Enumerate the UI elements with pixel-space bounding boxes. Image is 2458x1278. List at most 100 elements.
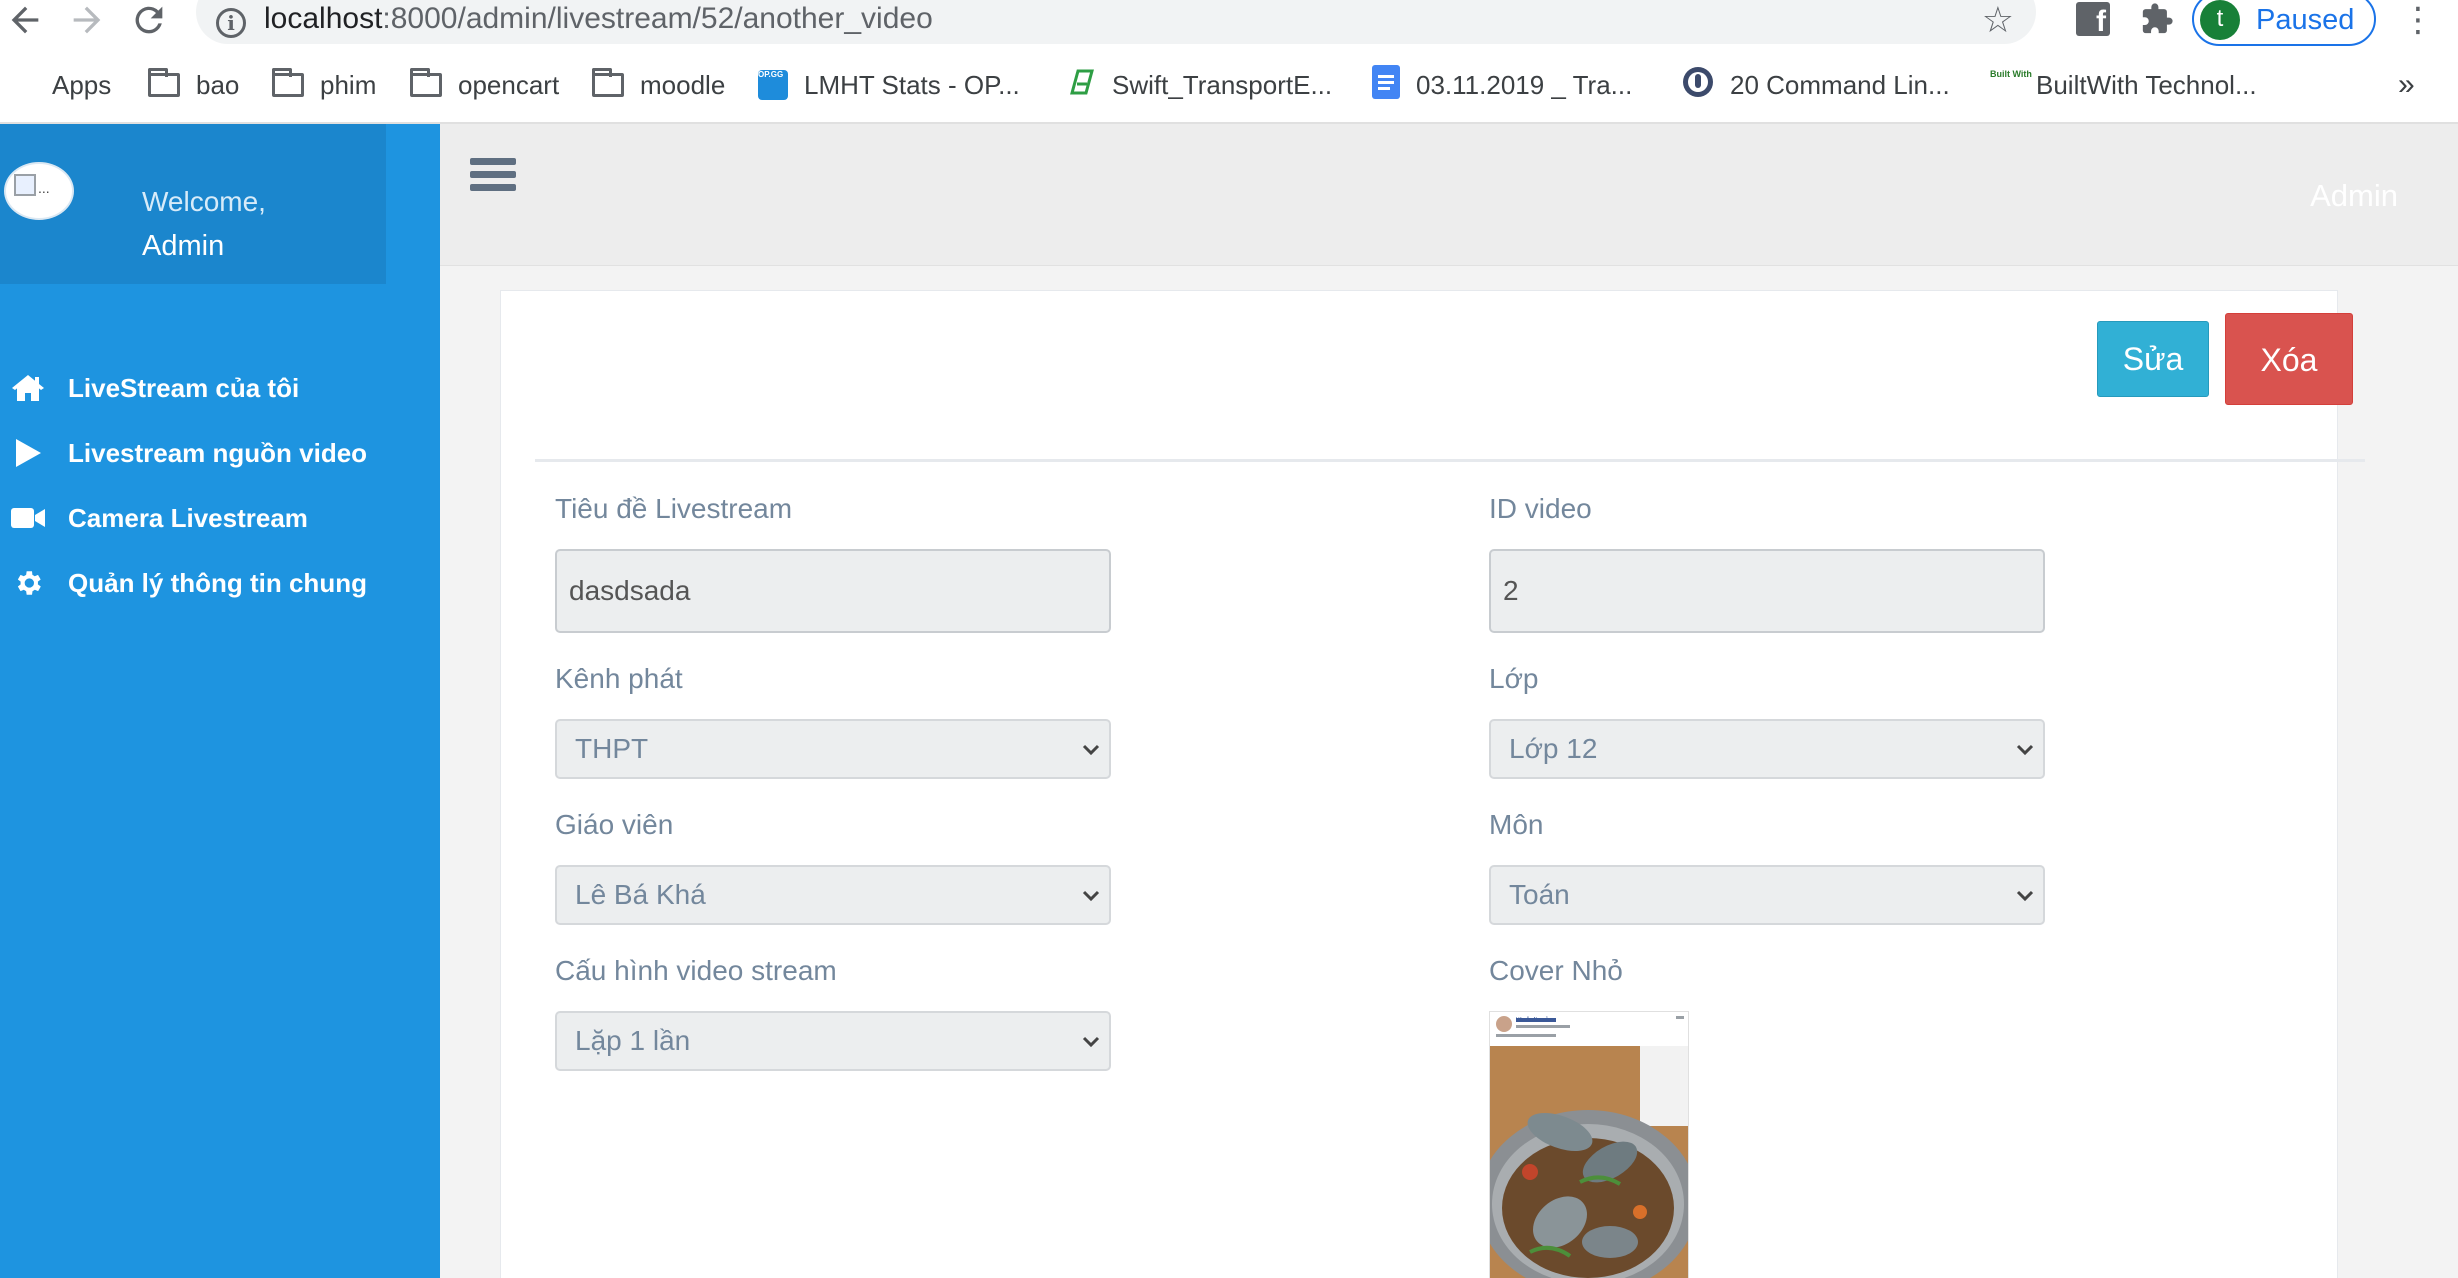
welcome-text: Welcome, — [142, 186, 266, 217]
subject-selected-value: Toán — [1509, 879, 1570, 910]
sidebar-item-label: LiveStream của tôi — [68, 372, 300, 403]
grade-select[interactable]: Lớp 12 — [1489, 719, 2045, 779]
channel-label: Kênh phát — [555, 663, 683, 694]
chevron-down-icon — [1082, 890, 1100, 902]
google-docs-icon — [1372, 64, 1400, 106]
swift-favicon — [1066, 67, 1096, 104]
home-icon — [8, 373, 48, 403]
chevron-down-icon — [2016, 890, 2034, 902]
url-text[interactable]: localhost:8000/admin/livestream/52/anoth… — [264, 2, 933, 36]
livestream-detail-panel: Sửa Xóa Tiêu đề Livestream Kênh phát THP… — [500, 290, 2365, 1278]
url-path: :8000/admin/livestream/52/another_video — [382, 2, 933, 35]
teacher-selected-value: Lê Bá Khá — [575, 879, 706, 910]
chevron-down-icon — [1082, 744, 1100, 756]
grade-selected-value: Lớp 12 — [1509, 733, 1598, 764]
bookmark-lmht-stats[interactable]: OP.GG LMHT Stats - OP... — [758, 58, 1020, 112]
cover-label: Cover Nhỏ — [1489, 955, 1623, 986]
gear-icon — [8, 567, 48, 599]
channel-select[interactable]: THPT — [555, 719, 1111, 779]
bookmark-label: bao — [196, 69, 240, 100]
facebook-extension-icon[interactable]: f — [2076, 2, 2110, 38]
forward-icon[interactable] — [62, 0, 112, 40]
folder-icon — [592, 68, 624, 97]
top-navbar: Admin — [440, 124, 2458, 266]
folder-icon — [148, 68, 180, 97]
panel-divider — [535, 459, 2365, 462]
back-icon[interactable] — [0, 0, 50, 40]
bookmark-label: Apps — [52, 69, 112, 100]
profile-username: Admin — [142, 230, 225, 262]
sidebar-profile: ... Welcome, Admin — [0, 124, 386, 284]
channel-selected-value: THPT — [575, 733, 649, 764]
sidebar-item-my-livestream[interactable]: LiveStream của tôi — [0, 358, 440, 418]
bookmark-builtwith[interactable]: Built With BuiltWith Technol... — [1990, 58, 2257, 112]
folder-icon — [272, 68, 304, 97]
video-id-label: ID video — [1489, 493, 1592, 524]
chevron-down-icon — [1082, 1036, 1100, 1048]
site-info-icon[interactable]: i — [216, 8, 246, 38]
bookmark-folder-phim[interactable]: phim — [272, 58, 376, 112]
reload-icon[interactable] — [124, 0, 174, 40]
opgg-favicon: OP.GG — [758, 70, 788, 100]
sidebar-item-label: Camera Livestream — [68, 502, 308, 533]
edit-button[interactable]: Sửa — [2097, 321, 2209, 397]
app-root: ... Welcome, Admin LiveStream của tôi Li… — [0, 124, 2458, 1278]
bookmark-label: BuiltWith Technol... — [2036, 69, 2257, 100]
title-input[interactable] — [555, 549, 1111, 633]
builtwith-favicon: Built With — [1990, 70, 2032, 100]
bookmark-label: opencart — [458, 69, 560, 100]
subject-label: Môn — [1489, 809, 1544, 840]
topbar-user-menu[interactable]: Admin — [2310, 178, 2398, 214]
play-icon — [8, 438, 48, 468]
bookmark-label: 03.11.2019 _ Tra... — [1416, 69, 1633, 100]
address-bar[interactable]: i localhost:8000/admin/livestream/52/ano… — [196, 0, 2036, 44]
bookmark-label: LMHT Stats - OP... — [804, 69, 1020, 100]
bookmark-folder-opencart[interactable]: opencart — [410, 58, 559, 112]
cover-post-author: Văn Ăn Nguyễn — [1516, 1016, 1551, 1023]
title-label: Tiêu đề Livestream — [555, 493, 793, 524]
folder-icon — [410, 68, 442, 97]
browser-menu-icon[interactable]: ⋮ — [2398, 0, 2438, 40]
sidebar-item-label: Livestream nguồn video — [68, 437, 368, 468]
main-content: Admin Sửa Xóa Tiêu đề Livestream Kênh ph… — [440, 124, 2458, 1278]
sidebar-item-camera[interactable]: Camera Livestream — [0, 488, 440, 548]
subject-select[interactable]: Toán — [1489, 865, 2045, 925]
browser-toolbar: i localhost:8000/admin/livestream/52/ano… — [0, 0, 2458, 46]
bookmark-google-doc[interactable]: 03.11.2019 _ Tra... — [1372, 58, 1632, 112]
profile-status: Paused — [2256, 4, 2355, 36]
broken-image-icon — [14, 174, 36, 196]
stream-config-selected-value: Lặp 1 lần — [575, 1025, 691, 1056]
video-id-input[interactable] — [1489, 549, 2045, 633]
bookmark-label: Swift_TransportE... — [1112, 69, 1333, 100]
bookmark-folder-bao[interactable]: bao — [148, 58, 239, 112]
stream-config-label: Cấu hình video stream — [555, 955, 837, 986]
delete-button[interactable]: Xóa — [2225, 313, 2353, 405]
bookmark-apps[interactable]: Apps — [10, 58, 111, 112]
bookmarks-bar: Apps bao phim opencart moodle OP.GG LMHT… — [0, 58, 2458, 112]
chevron-down-icon — [2016, 744, 2034, 756]
teacher-select[interactable]: Lê Bá Khá — [555, 865, 1111, 925]
bookmark-star-icon[interactable]: ☆ — [1982, 2, 2014, 38]
sidebar: ... Welcome, Admin LiveStream của tôi Li… — [0, 124, 440, 1278]
bookmark-label: phim — [320, 69, 377, 100]
bookmark-folder-moodle[interactable]: moodle — [592, 58, 725, 112]
url-host: localhost — [264, 2, 383, 35]
avatar-alt-text: ... — [38, 180, 50, 196]
profile-avatar: t — [2200, 0, 2240, 40]
bookmarks-overflow-button[interactable]: » — [2398, 58, 2415, 112]
profile-paused-button[interactable]: t Paused — [2192, 0, 2376, 46]
bookmark-swift-transport[interactable]: Swift_TransportE... — [1066, 58, 1332, 112]
menu-toggle-icon[interactable] — [470, 158, 516, 198]
sidebar-item-video-source[interactable]: Livestream nguồn video — [0, 423, 440, 483]
apps-grid-icon — [10, 72, 36, 98]
sidebar-item-general-settings[interactable]: Quản lý thông tin chung — [0, 553, 440, 613]
extensions-puzzle-icon[interactable] — [2140, 2, 2174, 36]
grade-label: Lớp — [1489, 663, 1539, 694]
bookmark-label: 20 Command Lin... — [1730, 69, 1950, 100]
teacher-label: Giáo viên — [555, 809, 674, 840]
command-line-favicon — [1682, 66, 1714, 105]
cover-thumbnail-image: Văn Ăn Nguyễn — [1489, 1011, 1689, 1278]
bookmark-command-line[interactable]: 20 Command Lin... — [1682, 58, 1950, 112]
avatar: ... — [4, 162, 74, 220]
stream-config-select[interactable]: Lặp 1 lần — [555, 1011, 1111, 1071]
